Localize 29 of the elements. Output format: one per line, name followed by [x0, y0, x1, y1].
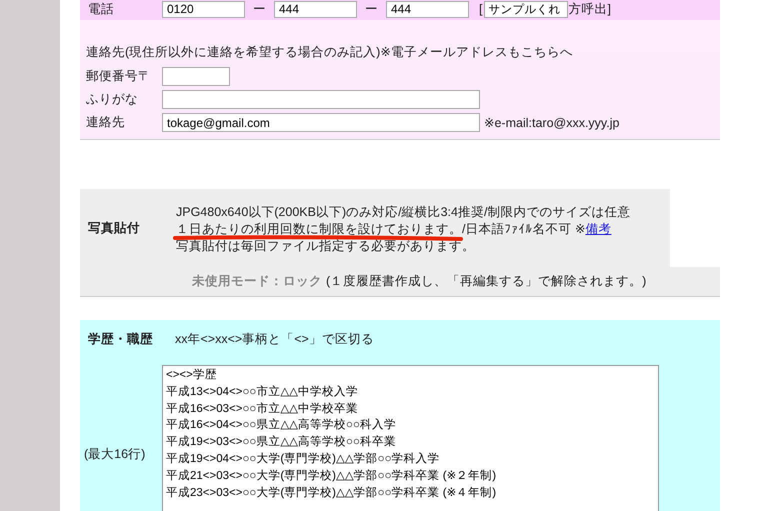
mode-note: (１度履歴書作成し、「再編集する」で解除されます。) — [326, 273, 646, 290]
bracket-text: [ — [479, 2, 482, 16]
history-textarea[interactable]: <><>学歴 平成13<>04<>○○市立△△中学校入学 平成16<>03<>○○市立△△中学校卒業 平成16<>04<>○○県立△△高等学校○○科入学 平成19<>03<>○○県立△△高等学校○○科卒業 平成19<>04<>○○大学(専門学校)△△学部○○学科入学 平成21<>03<>○○大学(専門学校)△△学部○○学科卒業 (※２年制) 平成23<>03<>○○大学(専門学校)△△学部○○学科卒業 (※４年制) — [162, 365, 659, 511]
row-limit-text: (最大16行) — [83, 446, 146, 463]
field-label: ふりがな — [86, 91, 139, 108]
sample-field[interactable]: サンプルくれ — [484, 0, 568, 18]
section-label: 学歴・職歴 — [88, 330, 154, 348]
suffix-text: 方呼出] — [568, 0, 611, 18]
hint-text: xx年<>xx<>事柄と「<>」で区切る — [175, 330, 374, 348]
field-label: 郵便番号〒 — [86, 68, 152, 85]
separator-text: ー — [365, 0, 378, 18]
phone-field[interactable]: 0120 — [162, 0, 245, 18]
section-heading: 連絡先(現住所以外に連絡を希望する場合のみ記入)※電子メールアドレスもこちらへ — [86, 44, 574, 61]
section-label: 写真貼付 — [87, 220, 141, 236]
input-field[interactable]: tokage@gmail.com — [162, 113, 480, 132]
field-note: ※e-mail:taro@xxx.yyy.jp — [484, 115, 620, 130]
mode-label: 未使用モード：ロック — [192, 273, 322, 290]
info-text: 写真貼付は毎回ファイル指定する必要があります。 — [176, 238, 476, 254]
field-label: 電話 — [88, 0, 115, 18]
input-field[interactable] — [162, 67, 230, 86]
field-label: 連絡先 — [86, 114, 126, 131]
input-field[interactable] — [162, 90, 480, 109]
info-text: JPG480x640以下(200KB以下)のみ対応/縦横比3:4推奨/制限内でのサイズは任意 — [176, 204, 630, 220]
notice-text: １日あたりの利用回数に制限を設けております。 — [176, 222, 462, 236]
separator-text: ー — [253, 0, 266, 18]
phone-field[interactable]: 444 — [274, 0, 357, 18]
info-text: /日本語ﾌｧｲﾙ名不可 ※ — [462, 222, 586, 236]
phone-field[interactable]: 444 — [386, 0, 469, 18]
note-link[interactable]: 備考 — [585, 222, 612, 236]
